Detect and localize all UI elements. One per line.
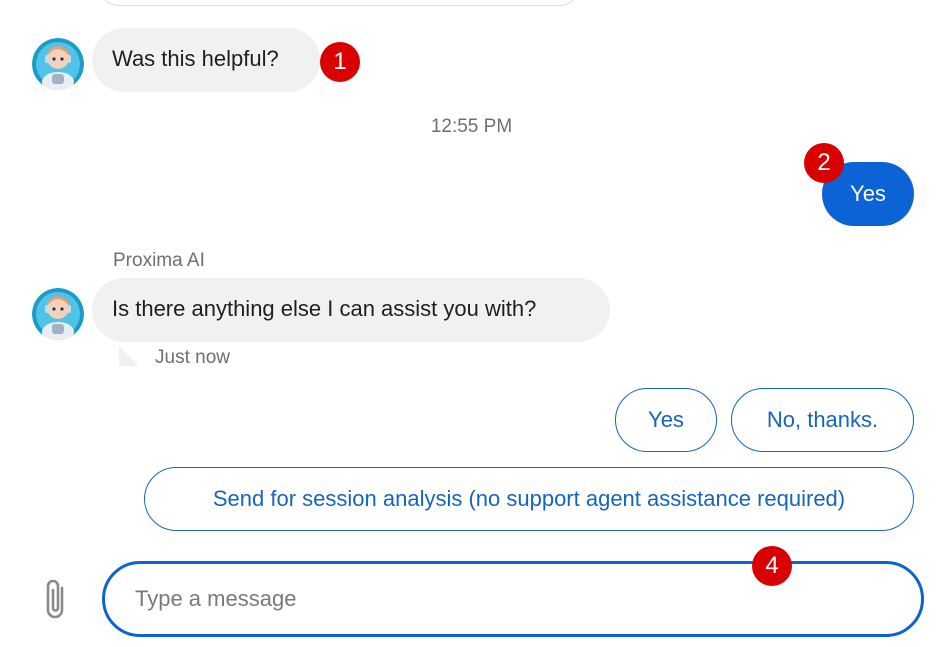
paperclip-icon[interactable]	[38, 576, 74, 624]
bot-message-bubble: Is there anything else I can assist you …	[92, 278, 610, 342]
chat-window: Was this helpful? 1 12:55 PM Yes 2 Proxi…	[0, 0, 943, 647]
annotation-marker-2: 2	[804, 143, 844, 183]
message-timestamp: 12:55 PM	[430, 116, 513, 137]
quick-reply-no-button[interactable]: No, thanks.	[731, 388, 914, 452]
bot-avatar-icon	[32, 288, 84, 340]
message-input-wrapper	[102, 561, 924, 637]
sender-name: Proxima AI	[113, 250, 205, 271]
quick-reply-yes-button[interactable]: Yes	[615, 388, 717, 452]
bot-message-bubble: Was this helpful?	[92, 28, 320, 92]
annotation-marker-1: 1	[320, 42, 360, 82]
bubble-tail	[119, 346, 139, 366]
send-for-analysis-button[interactable]: Send for session analysis (no support ag…	[144, 467, 914, 531]
message-time-label: Just now	[155, 347, 230, 368]
annotation-marker-4: 4	[752, 546, 792, 586]
message-input[interactable]	[105, 564, 921, 634]
previous-message-bubble	[100, 0, 578, 6]
bot-avatar-icon	[32, 38, 84, 90]
